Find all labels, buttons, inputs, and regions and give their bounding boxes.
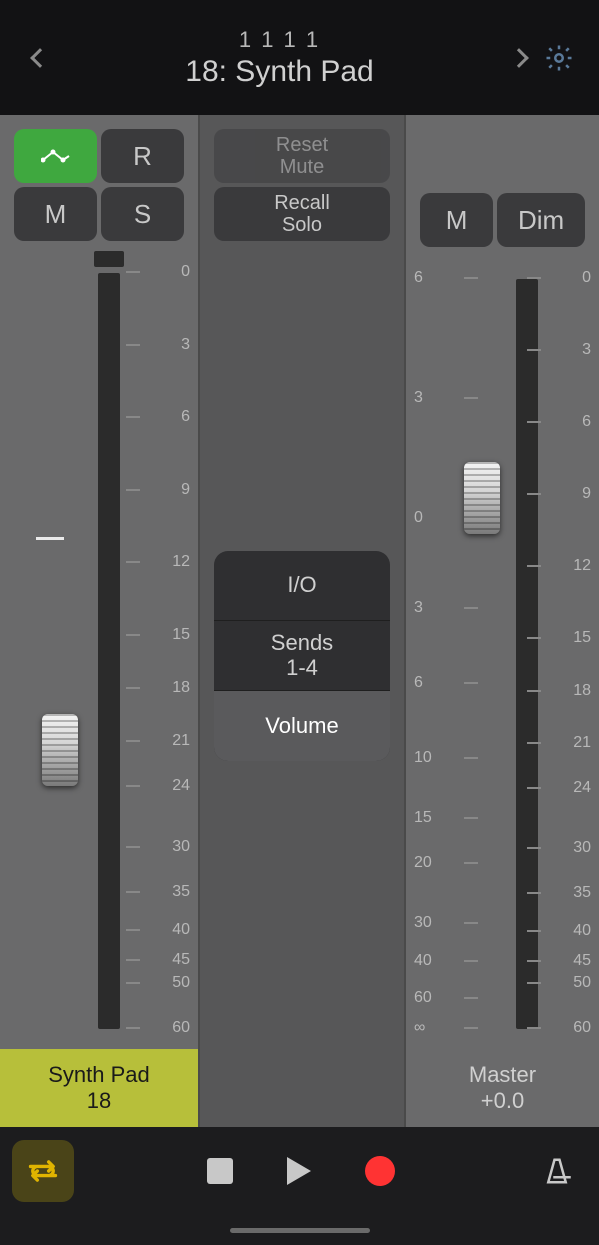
- view-option-volume[interactable]: Volume: [214, 691, 390, 761]
- chevron-right-icon: [509, 48, 529, 68]
- solo-button[interactable]: S: [101, 187, 184, 241]
- read-automation-button[interactable]: R: [101, 129, 184, 183]
- master-output-scale: 03691215182124303540455060: [543, 279, 591, 1029]
- stop-button[interactable]: [207, 1158, 233, 1184]
- mute-button[interactable]: M: [14, 187, 97, 241]
- transport-bar: [0, 1127, 599, 1215]
- track-strip: R M S 03691215182124303540455060 Synth P…: [0, 115, 200, 1127]
- reset-mute-button[interactable]: Reset Mute: [214, 129, 390, 183]
- view-option-io[interactable]: I/O: [214, 551, 390, 621]
- cycle-icon: [26, 1157, 60, 1185]
- automation-icon: [41, 146, 71, 166]
- cycle-button[interactable]: [12, 1140, 74, 1202]
- view-selector: I/O Sends 1-4 Volume: [214, 551, 390, 761]
- view-option-sends[interactable]: Sends 1-4: [214, 621, 390, 691]
- master-label-value: +0.0: [481, 1088, 524, 1114]
- reset-mute-row: Reset Mute: [200, 115, 404, 187]
- metronome-icon: [542, 1156, 572, 1186]
- position-counter: 1 1 1 1: [60, 27, 499, 53]
- track-label-name: Synth Pad: [48, 1062, 150, 1088]
- metronome-button[interactable]: [527, 1156, 587, 1186]
- recall-solo-button[interactable]: Recall Solo: [214, 187, 390, 241]
- track-button-grid: R M S: [0, 115, 198, 251]
- track-fader-cap[interactable]: [42, 714, 78, 786]
- clip-indicator[interactable]: [94, 251, 124, 267]
- master-label-name: Master: [469, 1062, 536, 1088]
- master-fader-cap[interactable]: [464, 462, 500, 534]
- track-db-scale: 03691215182124303540455060: [142, 273, 190, 1029]
- master-fader-area: 63036101520304060∞ 036912151821243035404…: [406, 257, 599, 1049]
- record-button[interactable]: [365, 1156, 395, 1186]
- master-input-scale: 63036101520304060∞: [414, 279, 462, 1029]
- track-label-number: 18: [87, 1088, 111, 1114]
- header-bar: 1 1 1 1 18: Synth Pad: [0, 0, 599, 115]
- center-column: Reset Mute Recall Solo I/O Sends 1-4 Vol…: [200, 115, 404, 1127]
- home-indicator: [0, 1215, 599, 1245]
- transport-controls: [84, 1156, 517, 1186]
- mixer-main: R M S 03691215182124303540455060 Synth P…: [0, 115, 599, 1127]
- automation-button[interactable]: [14, 129, 97, 183]
- prev-track-button[interactable]: [20, 51, 60, 65]
- recall-solo-row: Recall Solo: [200, 187, 404, 251]
- unity-gain-mark: [36, 537, 64, 540]
- play-button[interactable]: [287, 1157, 311, 1185]
- level-meter: [98, 273, 120, 1029]
- gear-icon: [544, 43, 574, 73]
- next-track-button[interactable]: [499, 51, 539, 65]
- master-button-grid: M Dim: [406, 115, 599, 257]
- settings-button[interactable]: [539, 43, 579, 73]
- track-display[interactable]: 1 1 1 1 18: Synth Pad: [60, 27, 499, 89]
- dim-button[interactable]: Dim: [497, 193, 585, 247]
- master-level-meter: [516, 279, 538, 1029]
- track-fader-area: 03691215182124303540455060: [0, 251, 198, 1049]
- master-strip: M Dim 63036101520304060∞ 036912151821243…: [404, 115, 599, 1127]
- track-label[interactable]: Synth Pad 18: [0, 1049, 198, 1127]
- chevron-left-icon: [30, 48, 50, 68]
- master-mute-button[interactable]: M: [420, 193, 493, 247]
- master-label: Master +0.0: [406, 1049, 599, 1127]
- track-title: 18: Synth Pad: [60, 55, 499, 89]
